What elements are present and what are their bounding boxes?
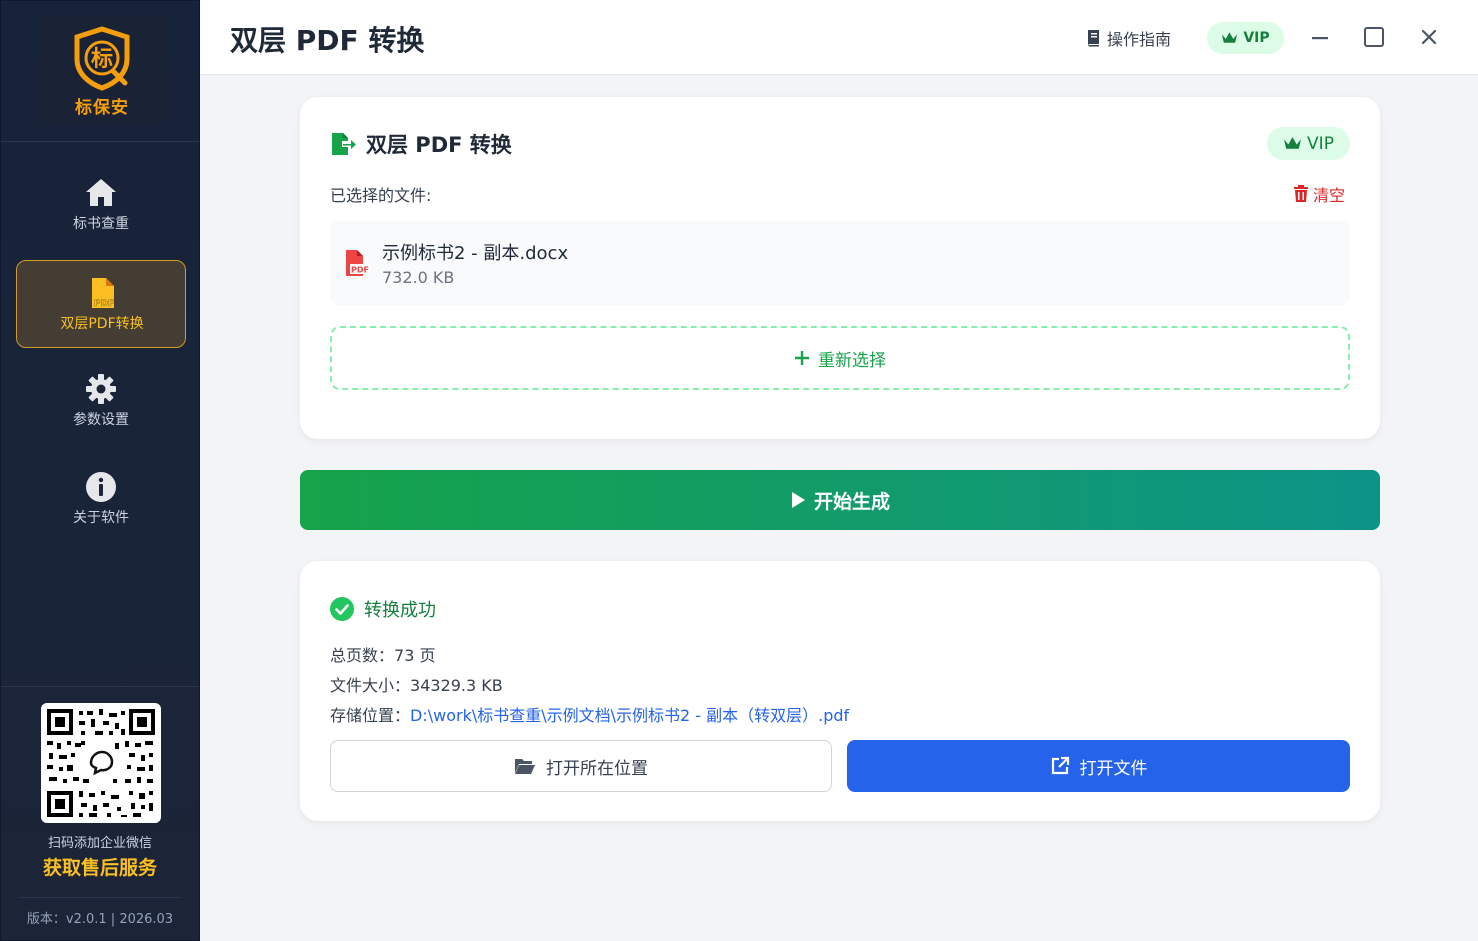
file-selection-card: 双层 PDF 转换 VIP 已选择的文件: 清空 PDF 示例标书2 - 副本.… [300, 97, 1380, 439]
vip-label: VIP [1243, 30, 1270, 46]
pdf-file-icon: PDF [346, 250, 370, 276]
sidebar-item-label: 标书查重 [73, 216, 129, 232]
maximize-icon [1364, 27, 1384, 47]
status-text: 转换成功 [364, 600, 436, 621]
file-row: PDF 示例标书2 - 副本.docx 732.0 KB [330, 221, 1350, 305]
sidebar-item-check[interactable]: 标书查重 [16, 161, 186, 249]
minimize-icon [1312, 37, 1328, 40]
path-link[interactable]: D:\work\标书查重\示例文档\示例标书2 - 副本（转双层）.pdf [410, 706, 849, 725]
crown-icon [1222, 32, 1238, 43]
pdf-file-icon: PDF [92, 278, 114, 309]
pages-value: 73 页 [394, 646, 436, 665]
svg-text:PDF: PDF [94, 299, 114, 309]
logo-shield-icon: 标 [74, 26, 130, 91]
sidebar-item-label: 双层PDF转换 [60, 316, 144, 332]
app-logo: 标 标保安 [37, 15, 167, 123]
card-title-text: 双层 PDF 转换 [366, 133, 512, 157]
trash-icon [1294, 185, 1308, 202]
file-export-icon [332, 133, 356, 155]
maximize-button[interactable] [1359, 22, 1389, 52]
sidebar-item-label: 关于软件 [73, 510, 129, 526]
sidebar-item-settings[interactable]: 参数设置 [16, 357, 186, 445]
qr-code-icon [45, 707, 157, 819]
card-title: 双层 PDF 转换 [330, 129, 512, 159]
size-label: 文件大小： [330, 676, 411, 695]
clear-label: 清空 [1313, 186, 1346, 205]
svg-text:PDF: PDF [351, 266, 369, 275]
open-location-label: 打开所在位置 [546, 758, 648, 779]
storage-path: 存储位置：D:\work\标书查重\示例文档\示例标书2 - 副本（转双层）.p… [330, 702, 849, 726]
minimize-button[interactable] [1305, 22, 1335, 52]
close-icon [1421, 29, 1437, 45]
gear-icon [86, 374, 116, 404]
open-file-label: 打开文件 [1079, 758, 1148, 779]
selected-files-label: 已选择的文件: [330, 186, 432, 205]
logo-glyph: 标 [91, 46, 113, 72]
file-size-info: 文件大小：34329.3 KB [330, 672, 503, 696]
file-name: 示例标书2 - 副本.docx [382, 243, 569, 264]
clear-button[interactable]: 清空 [1293, 182, 1345, 206]
start-generate-button[interactable]: 开始生成 [300, 470, 1380, 530]
file-size: 732.0 KB [382, 268, 455, 287]
qr-service-title: 获取售后服务 [42, 857, 157, 879]
pages-label: 总页数： [330, 646, 395, 665]
sidebar-item-about[interactable]: 关于软件 [16, 455, 186, 543]
divider [19, 897, 181, 898]
header: 双层 PDF 转换 操作指南 VIP [200, 0, 1478, 75]
reselect-label: 重新选择 [818, 350, 886, 371]
size-value: 34329.3 KB [410, 676, 503, 695]
vip-badge[interactable]: VIP [1207, 22, 1284, 54]
vip-label: VIP [1307, 133, 1334, 154]
version-info: 版本：v2.0.1 | 2026.03 [26, 912, 174, 927]
close-button[interactable] [1414, 22, 1444, 52]
result-card: 转换成功 总页数：73 页 文件大小：34329.3 KB 存储位置：D:\wo… [300, 561, 1380, 821]
plus-icon [795, 351, 809, 365]
sidebar-item-pdf[interactable]: PDF 双层PDF转换 [16, 260, 186, 348]
info-icon [86, 472, 116, 502]
status-title: 转换成功 [330, 596, 436, 622]
reselect-button[interactable]: 重新选择 [330, 326, 1350, 390]
sidebar: 标 标保安 标书查重 PDF 双层PDF转换 参数设置 关于软件 扫码添加企业微… [0, 0, 200, 941]
logo-text: 标保安 [75, 98, 129, 118]
folder-open-icon [515, 759, 535, 774]
total-pages: 总页数：73 页 [330, 642, 435, 666]
home-icon [86, 179, 116, 206]
divider [1, 141, 199, 142]
crown-icon [1284, 137, 1301, 149]
book-icon [1088, 30, 1099, 47]
divider [1, 686, 199, 687]
open-file-button[interactable]: 打开文件 [847, 740, 1350, 792]
vip-badge[interactable]: VIP [1267, 127, 1350, 160]
path-label: 存储位置： [330, 706, 411, 725]
wechat-qr-code [41, 703, 161, 823]
play-icon [791, 492, 805, 508]
qr-caption: 扫码添加企业微信 [47, 836, 152, 851]
page-title: 双层 PDF 转换 [230, 24, 425, 57]
sidebar-item-label: 参数设置 [73, 412, 129, 428]
external-link-icon [1051, 756, 1069, 775]
guide-label: 操作指南 [1107, 30, 1172, 49]
open-location-button[interactable]: 打开所在位置 [330, 740, 832, 792]
guide-button[interactable]: 操作指南 [1086, 26, 1171, 50]
start-label: 开始生成 [813, 490, 890, 513]
check-circle-icon [330, 597, 354, 621]
